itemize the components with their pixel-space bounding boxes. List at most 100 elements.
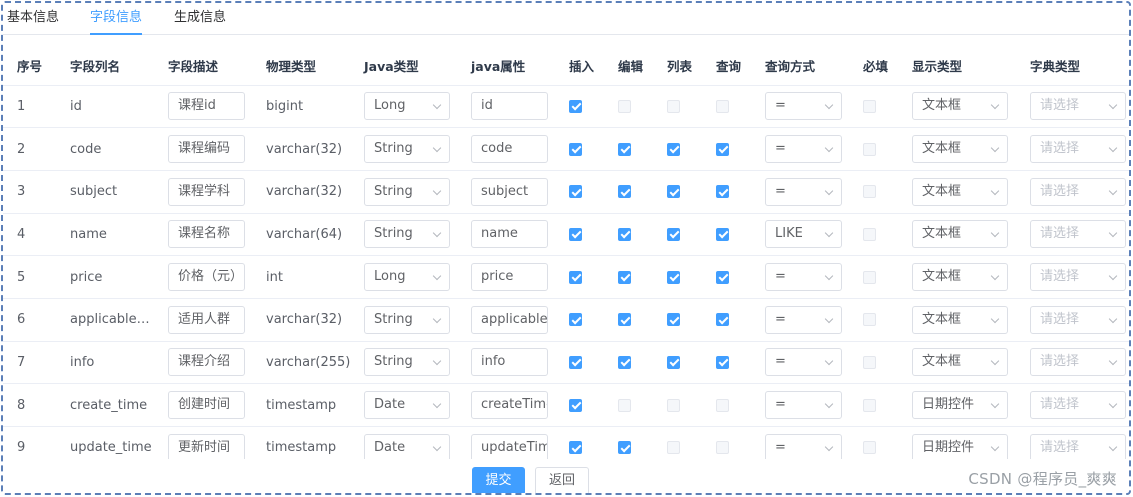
java-type-select[interactable]: Date (364, 391, 450, 420)
dict-type-select[interactable]: 请选择 (1030, 305, 1126, 334)
query-checkbox[interactable] (716, 142, 729, 156)
dict-type-select[interactable]: 请选择 (1030, 348, 1126, 377)
field-desc-input[interactable]: 价格（元） (168, 263, 245, 292)
insert-checkbox[interactable] (569, 441, 582, 455)
insert-checkbox[interactable] (569, 142, 582, 156)
java-type-select[interactable]: String (364, 305, 450, 334)
java-type-select[interactable]: String (364, 135, 450, 164)
submit-button[interactable]: 提交 (472, 467, 525, 493)
field-desc-input[interactable]: 适用人群 (168, 305, 245, 334)
required-checkbox[interactable] (863, 441, 876, 455)
dict-type-select[interactable]: 请选择 (1030, 92, 1126, 121)
edit-checkbox[interactable] (618, 398, 631, 412)
java-type-select[interactable]: String (364, 177, 450, 206)
display-type-select[interactable]: 文本框 (912, 92, 1008, 121)
tab-gen-info[interactable]: 生成信息 (174, 3, 226, 35)
java-attr-input[interactable]: id (471, 92, 548, 121)
edit-checkbox[interactable] (618, 313, 631, 327)
required-checkbox[interactable] (863, 99, 876, 113)
list-checkbox[interactable] (667, 227, 680, 241)
dict-type-select[interactable]: 请选择 (1030, 135, 1126, 164)
java-type-select[interactable]: String (364, 220, 450, 249)
insert-checkbox[interactable] (569, 313, 582, 327)
required-checkbox[interactable] (863, 355, 876, 369)
query-checkbox[interactable] (716, 313, 729, 327)
display-type-select[interactable]: 日期控件 (912, 391, 1008, 420)
query-type-select[interactable]: = (765, 433, 842, 459)
dict-type-select[interactable]: 请选择 (1030, 263, 1126, 292)
display-type-select[interactable]: 文本框 (912, 177, 1008, 206)
back-button[interactable]: 返回 (535, 467, 589, 493)
list-checkbox[interactable] (667, 441, 680, 455)
java-type-select[interactable]: Long (364, 92, 450, 121)
display-type-select[interactable]: 文本框 (912, 135, 1008, 164)
dict-type-select[interactable]: 请选择 (1030, 391, 1126, 420)
query-type-select[interactable]: = (765, 135, 842, 164)
query-type-select[interactable]: = (765, 391, 842, 420)
edit-checkbox[interactable] (618, 99, 631, 113)
display-type-select[interactable]: 文本框 (912, 305, 1008, 334)
insert-checkbox[interactable] (569, 227, 582, 241)
list-checkbox[interactable] (667, 142, 680, 156)
field-desc-input[interactable]: 课程介绍 (168, 348, 245, 377)
dict-type-select[interactable]: 请选择 (1030, 177, 1126, 206)
edit-checkbox[interactable] (618, 441, 631, 455)
java-attr-input[interactable]: updateTim (471, 433, 548, 459)
list-checkbox[interactable] (667, 313, 680, 327)
java-attr-input[interactable]: code (471, 135, 548, 164)
required-checkbox[interactable] (863, 398, 876, 412)
java-attr-input[interactable]: price (471, 263, 548, 292)
list-checkbox[interactable] (667, 270, 680, 284)
query-type-select[interactable]: LIKE (765, 220, 842, 249)
java-attr-input[interactable]: applicablel (471, 305, 548, 334)
java-type-select[interactable]: Long (364, 263, 450, 292)
java-attr-input[interactable]: name (471, 220, 548, 249)
field-desc-input[interactable]: 创建时间 (168, 391, 245, 420)
edit-checkbox[interactable] (618, 185, 631, 199)
field-desc-input[interactable]: 课程名称 (168, 220, 245, 249)
java-attr-input[interactable]: info (471, 348, 548, 377)
list-checkbox[interactable] (667, 398, 680, 412)
java-attr-input[interactable]: createTime (471, 391, 548, 420)
java-type-select[interactable]: Date (364, 433, 450, 459)
query-checkbox[interactable] (716, 355, 729, 369)
display-type-select[interactable]: 文本框 (912, 263, 1008, 292)
edit-checkbox[interactable] (618, 355, 631, 369)
query-checkbox[interactable] (716, 227, 729, 241)
required-checkbox[interactable] (863, 313, 876, 327)
insert-checkbox[interactable] (569, 398, 582, 412)
required-checkbox[interactable] (863, 142, 876, 156)
dict-type-select[interactable]: 请选择 (1030, 433, 1126, 459)
list-checkbox[interactable] (667, 185, 680, 199)
insert-checkbox[interactable] (569, 99, 582, 113)
edit-checkbox[interactable] (618, 142, 631, 156)
query-type-select[interactable]: = (765, 92, 842, 121)
edit-checkbox[interactable] (618, 270, 631, 284)
display-type-select[interactable]: 日期控件 (912, 433, 1008, 459)
query-checkbox[interactable] (716, 99, 729, 113)
display-type-select[interactable]: 文本框 (912, 348, 1008, 377)
field-desc-input[interactable]: 课程id (168, 92, 245, 121)
field-table-container[interactable]: 序号 字段列名 字段描述 物理类型 Java类型 java属性 插入 编辑 列表 查询 查询方式 必填… (3, 47, 1129, 459)
query-checkbox[interactable] (716, 441, 729, 455)
dict-type-select[interactable]: 请选择 (1030, 220, 1126, 249)
tab-basic-info[interactable]: 基本信息 (7, 3, 59, 35)
required-checkbox[interactable] (863, 227, 876, 241)
field-desc-input[interactable]: 更新时间 (168, 433, 245, 459)
list-checkbox[interactable] (667, 355, 680, 369)
query-type-select[interactable]: = (765, 348, 842, 377)
edit-checkbox[interactable] (618, 227, 631, 241)
query-type-select[interactable]: = (765, 177, 842, 206)
insert-checkbox[interactable] (569, 270, 582, 284)
java-attr-input[interactable]: subject (471, 177, 548, 206)
required-checkbox[interactable] (863, 185, 876, 199)
query-type-select[interactable]: = (765, 263, 842, 292)
query-type-select[interactable]: = (765, 305, 842, 334)
java-type-select[interactable]: String (364, 348, 450, 377)
query-checkbox[interactable] (716, 185, 729, 199)
field-desc-input[interactable]: 课程学科 (168, 177, 245, 206)
query-checkbox[interactable] (716, 270, 729, 284)
query-checkbox[interactable] (716, 398, 729, 412)
display-type-select[interactable]: 文本框 (912, 220, 1008, 249)
list-checkbox[interactable] (667, 99, 680, 113)
